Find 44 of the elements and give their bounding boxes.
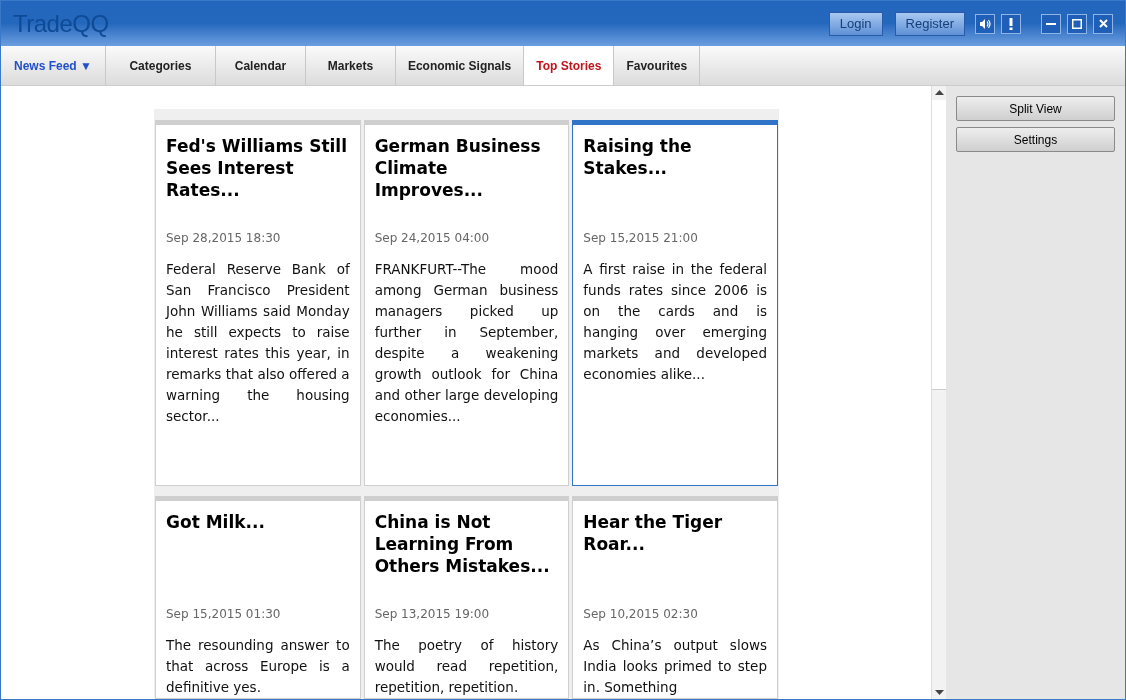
nav-tab[interactable]: Categories bbox=[105, 46, 216, 85]
app-logo: TradeQQ bbox=[13, 8, 109, 39]
close-icon[interactable] bbox=[1093, 13, 1113, 34]
story-title: Got Milk... bbox=[166, 511, 266, 534]
side-button[interactable]: Settings bbox=[956, 127, 1115, 152]
story-card[interactable]: Got Milk... Sep 15,2015 01:30 The resounding answer to that across Europe is a definitive yes. bbox=[155, 496, 361, 699]
story-date: Sep 15,2015 21:00 bbox=[583, 230, 699, 247]
story-summary: The poetry of history would read repetition, repetition, repetition. bbox=[374, 636, 559, 697]
nav-tab[interactable]: Markets bbox=[305, 46, 396, 85]
story-summary: As China’s output slows India looks primed to step in. Something bbox=[583, 636, 767, 697]
side-button[interactable]: Split View bbox=[956, 96, 1115, 121]
story-card[interactable] bbox=[363, 120, 570, 486]
story-card[interactable]: China is Not Learning From Others Mistakes... Sep 13,2015 19:00 The poetry of history would read repetition, repetition, repetition. bbox=[363, 496, 570, 699]
story-date: Sep 10,2015 02:30 bbox=[583, 606, 699, 623]
nav-tab[interactable]: Favourites bbox=[614, 46, 701, 85]
maximize-icon[interactable] bbox=[1067, 13, 1087, 34]
speaker-icon[interactable] bbox=[975, 13, 995, 34]
story-date: Sep 24,2015 04:00 bbox=[374, 230, 491, 247]
scroll-thumb[interactable] bbox=[932, 100, 946, 390]
story-title: Fed's Williams Still Sees Interest Rates... bbox=[166, 135, 348, 202]
story-title: Raising the Stakes... bbox=[583, 135, 693, 180]
header-button[interactable]: Register bbox=[894, 11, 965, 36]
scroll-up-icon[interactable] bbox=[934, 90, 944, 95]
story-date: Sep 28,2015 18:30 bbox=[166, 230, 282, 247]
story-date: Sep 15,2015 01:30 bbox=[166, 606, 282, 623]
story-summary: A first raise in the federal funds rates since 2006 is on the cards and is hanging over emerging markets and developed economies alike... bbox=[583, 260, 767, 384]
story-summary: Federal Reserve Bank of San Francisco President John Williams said Monday he still expects to raise interest rates this year, in remarks that also offered a warning the housing sector... bbox=[166, 260, 350, 426]
minimize-icon[interactable] bbox=[1041, 13, 1061, 34]
nav-tab[interactable]: Calendar bbox=[215, 46, 306, 85]
header-button[interactable]: Login bbox=[828, 11, 883, 36]
scrollbar[interactable] bbox=[931, 86, 946, 699]
story-card[interactable]: Raising the Stakes... Sep 15,2015 21:00 A first raise in the federal funds rates since 2006 is on the cards and is hanging over emerging markets and developed economies alike... bbox=[572, 120, 778, 486]
alert-icon[interactable] bbox=[1001, 13, 1021, 34]
nav-tab[interactable]: Top Stories bbox=[524, 46, 615, 85]
story-title: China is Not Learning From Others Mistakes... bbox=[374, 511, 551, 578]
story-summary: The resounding answer to that across Europe is a definitive yes. bbox=[166, 636, 350, 697]
story-card[interactable] bbox=[155, 120, 361, 486]
story-date: Sep 13,2015 19:00 bbox=[374, 606, 491, 623]
story-title: German Business Climate Improves... bbox=[374, 135, 542, 202]
scroll-down-icon[interactable] bbox=[934, 690, 944, 695]
story-card[interactable]: Hear the Tiger Roar... Sep 10,2015 02:30 As China’s output slows India looks primed to step in. Something bbox=[572, 496, 778, 699]
story-summary: FRANKFURT--The mood among German business managers picked up further in September, despite a weakening growth outlook for China and other large developing economies... bbox=[374, 260, 559, 426]
story-title: Hear the Tiger Roar... bbox=[583, 511, 724, 556]
menu-tab[interactable]: News Feed ▼ bbox=[1, 46, 106, 85]
